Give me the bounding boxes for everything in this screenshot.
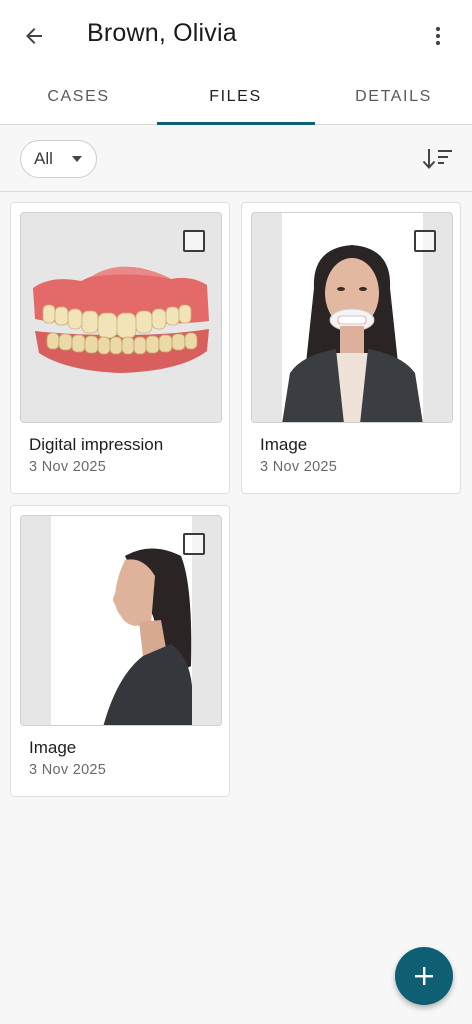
select-checkbox[interactable] xyxy=(414,230,436,252)
tab-bar: CASES FILES DETAILS xyxy=(0,70,472,125)
add-file-button[interactable] xyxy=(395,947,453,1005)
tab-details[interactable]: DETAILS xyxy=(315,70,472,124)
select-checkbox[interactable] xyxy=(183,533,205,555)
file-title: Image xyxy=(260,435,308,454)
filter-selected-value: All xyxy=(34,149,53,168)
file-title: Image xyxy=(29,738,77,757)
file-card[interactable]: Image 3 Nov 2025 xyxy=(241,202,461,494)
file-date: 3 Nov 2025 xyxy=(29,762,107,778)
select-checkbox[interactable] xyxy=(183,230,205,252)
file-date: 3 Nov 2025 xyxy=(29,459,107,475)
file-thumbnail xyxy=(251,212,453,423)
sort-icon xyxy=(422,149,452,169)
file-thumbnail xyxy=(20,212,222,423)
file-title: Digital impression xyxy=(29,435,164,454)
file-type-filter-dropdown[interactable]: All xyxy=(20,140,97,178)
file-date: 3 Nov 2025 xyxy=(260,459,338,475)
tab-files[interactable]: FILES xyxy=(157,70,314,124)
tab-cases[interactable]: CASES xyxy=(0,70,157,124)
caret-down-icon xyxy=(72,156,82,162)
more-options-button[interactable] xyxy=(418,16,458,56)
sort-button[interactable] xyxy=(420,144,454,174)
file-card[interactable]: Image 3 Nov 2025 xyxy=(10,505,230,797)
back-button[interactable] xyxy=(14,16,54,56)
file-card[interactable]: Digital impression 3 Nov 2025 xyxy=(10,202,230,494)
arrow-left-icon xyxy=(26,28,42,44)
plus-icon xyxy=(415,967,433,985)
filter-bar: All xyxy=(0,125,472,192)
page-title: Brown, Olivia xyxy=(87,19,237,47)
app-bar: Brown, Olivia xyxy=(0,0,472,70)
more-vertical-icon xyxy=(435,26,441,46)
file-thumbnail xyxy=(20,515,222,726)
